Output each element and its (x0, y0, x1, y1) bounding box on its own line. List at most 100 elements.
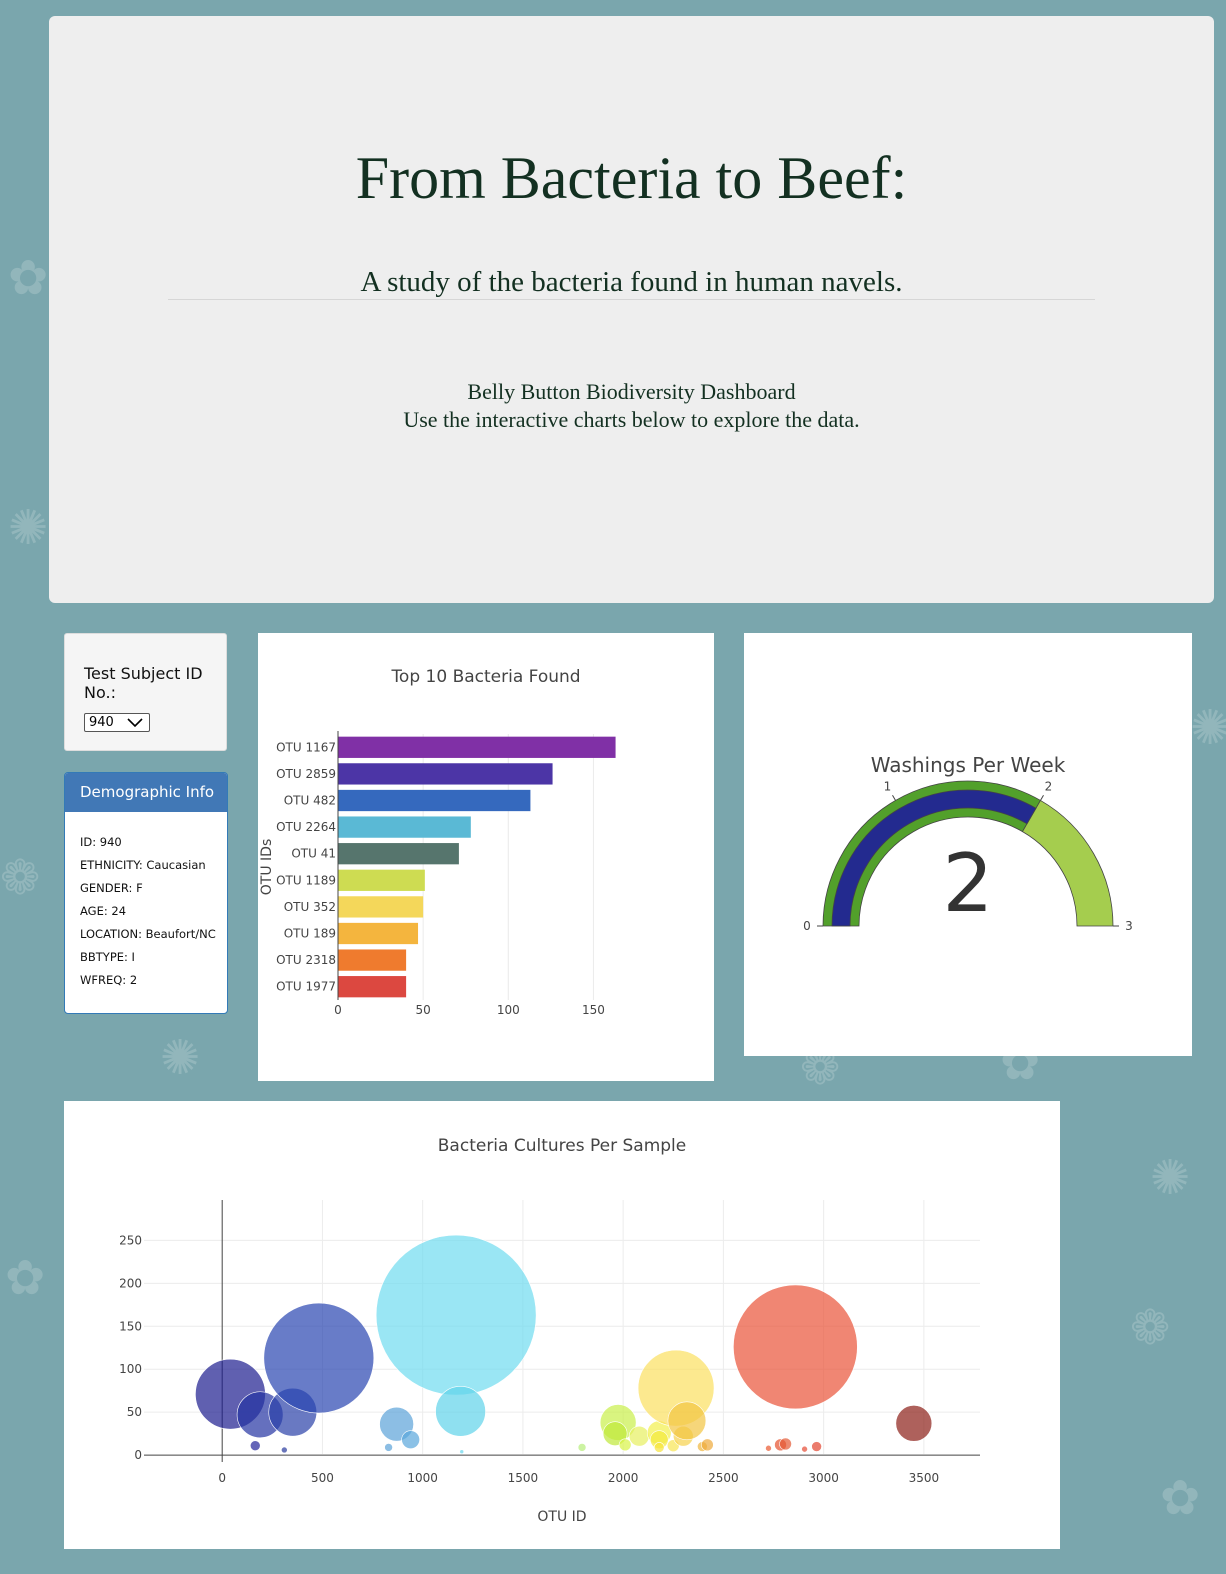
subject-id-dropdown[interactable]: 940 (84, 713, 150, 732)
bubble-point (281, 1446, 288, 1454)
subject-id-selected-value: 940 (89, 715, 114, 730)
bar-otu-2318 (338, 949, 407, 971)
demographic-row-ethnicity: ETHNICITY: Caucasian (80, 858, 206, 872)
bubble-point (375, 1234, 537, 1396)
bar-x-tick-label: 100 (497, 1003, 520, 1017)
gauge-step-upper (1021, 799, 1114, 927)
demographic-row-location: LOCATION: Beaufort/NC (80, 927, 216, 941)
bar-otu-1189 (338, 869, 425, 891)
bubble-point (779, 1437, 792, 1451)
bubble-point (733, 1284, 858, 1410)
bar-otu-41 (338, 843, 459, 865)
gauge-value-bar (831, 789, 1037, 927)
bar-otu-2264 (338, 816, 471, 838)
demographic-row-id: ID: 940 (80, 835, 122, 849)
bubble-point (811, 1441, 822, 1452)
header-jumbotron: From Bacteria to Beef: A study of the ba… (49, 16, 1214, 603)
bubble-point (384, 1443, 393, 1452)
bacteria-bubble-chart[interactable]: Bacteria Cultures Per Sample0 500 1000 1500… (64, 1101, 1060, 1549)
gauge-tick-label: 1 (884, 780, 892, 794)
bubble-point (401, 1430, 420, 1449)
bar-x-tick-label: 150 (582, 1003, 605, 1017)
bar-otu-482 (338, 789, 531, 812)
bubble-x-tick-label: 1000 (407, 1471, 438, 1485)
bubble-x-tick-label: 3000 (808, 1471, 839, 1485)
bubble-point (577, 1443, 587, 1452)
demographic-row-gender: GENDER: F (80, 881, 143, 895)
demographic-info-body: ID: 940 ETHNICITY: Caucasian GENDER: F A… (65, 812, 227, 995)
bubble-y-tick-label: 50 (127, 1405, 142, 1419)
bar-x-tick-label: 0 (334, 1003, 342, 1017)
bubble-x-tick-label: 1500 (508, 1471, 539, 1485)
bar-otu-352 (338, 896, 424, 918)
bar-y-tick-label: OTU 2264 (276, 820, 336, 834)
bar-chart-card: Top 10 Bacteria Found 0 50 100 150 OTU 1167 OT… (258, 633, 714, 1081)
bar-y-tick-label: OTU 352 (284, 900, 336, 914)
gauge-tick-label: 3 (1125, 919, 1133, 933)
bubble-y-tick-label: 200 (119, 1276, 142, 1290)
bar-chart-title: Top 10 Bacteria Found (390, 667, 580, 687)
bubble-chart-card: Bacteria Cultures Per Sample 0 500 1000 1500… (64, 1101, 1060, 1549)
bar-y-tick-label: OTU 482 (284, 794, 336, 808)
bubble-y-tick-label: 250 (119, 1233, 142, 1247)
washings-gauge-chart[interactable]: Washings Per Week 0 1 2 3 2 (744, 633, 1192, 1056)
bubble-point (701, 1438, 714, 1452)
gauge-tick-label: 2 (1045, 780, 1053, 794)
bar-y-tick-label: OTU 1977 (276, 980, 336, 994)
bubble-point (653, 1442, 665, 1453)
gauge-tick (1040, 794, 1044, 801)
dashboard-hint: Use the interactive charts below to expl… (403, 407, 860, 432)
bubble-chart-title: Bacteria Cultures Per Sample (438, 1136, 686, 1156)
bubble-x-tick-label: 500 (311, 1471, 334, 1485)
bubble-point (628, 1425, 650, 1447)
bubble-point (435, 1386, 486, 1437)
bar-y-axis-title: OTU IDs (259, 839, 275, 895)
demographic-info-title: Demographic Info (65, 773, 227, 812)
dashboard-title: Belly Button Biodiversity Dashboard (467, 379, 796, 404)
gauge-title: Washings Per Week (871, 753, 1066, 777)
bubble-point (618, 1438, 632, 1452)
bubble-point (895, 1405, 933, 1442)
bar-y-tick-label: OTU 1189 (276, 873, 336, 887)
subject-selector-card: Test Subject ID No.: 940 (64, 633, 227, 751)
dashboard-intro: Belly Button Biodiversity Dashboard Use … (49, 378, 1214, 434)
bar-y-tick-label: OTU 41 (291, 847, 336, 861)
bubble-x-tick-label: 0 (218, 1471, 226, 1485)
bubble-point (801, 1445, 808, 1453)
bubble-point (765, 1444, 772, 1452)
bubble-y-tick-label: 100 (119, 1362, 142, 1376)
demographic-row-wfreq: WFREQ: 2 (80, 973, 138, 987)
bar-x-tick-label: 50 (416, 1003, 431, 1017)
bar-y-tick-label: OTU 1167 (276, 740, 336, 754)
top-bacteria-bar-chart[interactable]: Top 10 Bacteria Found 0 50 100 150 OTU 1167 OT… (258, 633, 714, 1081)
bubble-point (459, 1449, 465, 1454)
bubble-y-tick-label: 0 (134, 1448, 142, 1462)
gauge-tick-label: 0 (803, 919, 811, 933)
page-subtitle: A study of the bacteria found in human n… (360, 266, 903, 298)
bubble-x-tick-label: 3500 (909, 1471, 940, 1485)
bar-otu-189 (338, 922, 419, 945)
bar-otu-1167 (338, 736, 616, 758)
bar-y-tick-label: OTU 2318 (276, 953, 336, 967)
bar-y-tick-label: OTU 189 (284, 927, 336, 941)
gauge-chart-card: Washings Per Week 0 1 2 3 2 (744, 633, 1192, 1056)
demographic-row-age: AGE: 24 (80, 904, 127, 918)
bubble-x-tick-label: 2000 (608, 1471, 639, 1485)
bubble-point (263, 1302, 375, 1414)
bubble-x-tick-label: 2500 (708, 1471, 739, 1485)
bar-otu-1977 (338, 976, 407, 998)
chevron-down-icon (127, 718, 143, 728)
demographic-info-panel: Demographic Info ID: 940 ETHNICITY: Cauc… (64, 772, 228, 1014)
bar-y-tick-label: OTU 2859 (276, 767, 336, 781)
page-title: From Bacteria to Beef: (355, 145, 908, 211)
demographic-row-bbtype: BBTYPE: I (80, 950, 135, 964)
bubble-y-tick-label: 150 (119, 1319, 142, 1333)
bubble-point (667, 1401, 707, 1441)
gauge-tick (892, 794, 896, 801)
bubble-x-axis-title: OTU ID (537, 1509, 586, 1525)
gauge-value-number: 2 (943, 837, 994, 930)
bar-otu-2859 (338, 763, 553, 785)
header-divider (168, 299, 1095, 300)
subject-selector-label: Test Subject ID No.: (84, 664, 203, 702)
bubble-point (249, 1440, 261, 1451)
